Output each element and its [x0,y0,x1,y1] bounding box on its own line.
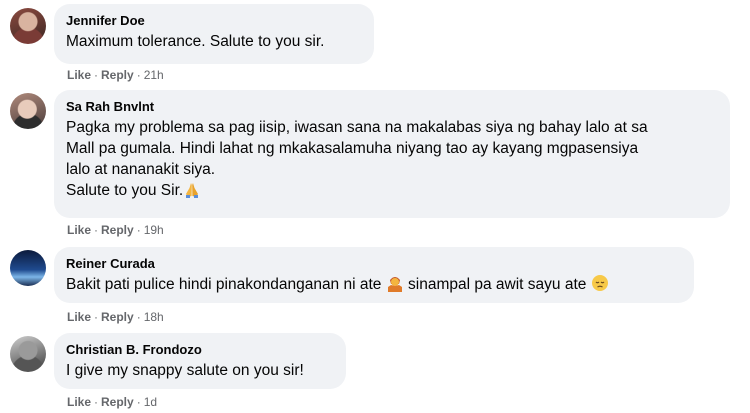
separator: · [136,310,141,324]
comment-author[interactable]: Jennifer Doe [66,12,362,29]
person-shrugging-emoji [387,277,402,292]
folded-hands-emoji [186,183,199,198]
comment-actions: Like · Reply · 19h [67,222,164,238]
comment-actions: Like · Reply · 18h [67,309,164,325]
separator: · [136,223,141,237]
like-button[interactable]: Like [67,68,91,82]
comment-timestamp[interactable]: 18h [144,310,164,324]
comment-text: lalo at nananakit siya. [66,161,216,178]
comment-bubble: Sa Rah Bnvlnt Pagka my problema sa pag i… [54,90,730,218]
comment-bubble: Christian B. Frondozo I give my snappy s… [54,333,346,389]
separator: · [136,395,141,409]
comment-author[interactable]: Sa Rah Bnvlnt [66,98,718,115]
avatar[interactable] [10,93,46,129]
avatar[interactable] [10,8,46,44]
comment-bubble: Jennifer Doe Maximum tolerance. Salute t… [54,4,374,64]
separator: · [94,310,99,324]
reply-button[interactable]: Reply [101,68,134,82]
comment-timestamp[interactable]: 19h [144,223,164,237]
comment-actions: Like · Reply · 1d [67,394,157,410]
like-button[interactable]: Like [67,395,91,409]
avatar[interactable] [10,336,46,372]
separator: · [94,68,99,82]
reply-button[interactable]: Reply [101,223,134,237]
reply-button[interactable]: Reply [101,310,134,324]
comment-timestamp[interactable]: 1d [144,395,157,409]
like-button[interactable]: Like [67,310,91,324]
comment-text: Salute to you Sir. [66,182,184,199]
comment-text: Bakit pati pulice hindi pinakondanganan … [66,276,382,293]
comment-text: Pagka my problema sa pag iisip, iwasan s… [66,119,648,136]
comment-author[interactable]: Reiner Curada [66,255,682,272]
comment-author[interactable]: Christian B. Frondozo [66,341,334,358]
comment-text-last: Salute to you Sir. [66,180,718,201]
avatar[interactable] [10,250,46,286]
reply-button[interactable]: Reply [101,395,134,409]
comment-text: I give my snappy salute on you sir! [66,362,304,379]
separator: · [136,68,141,82]
comment-text: sinampal pa awit sayu ate [408,276,587,293]
comment-actions: Like · Reply · 21h [67,67,164,83]
comment-text: Mall pa gumala. Hindi lahat ng mkakasala… [66,140,639,157]
like-button[interactable]: Like [67,223,91,237]
separator: · [94,223,99,237]
comment-bubble: Reiner Curada Bakit pati pulice hindi pi… [54,247,694,303]
comment-timestamp[interactable]: 21h [144,68,164,82]
pensive-face-emoji [591,275,608,291]
comment-text-row: Bakit pati pulice hindi pinakondanganan … [66,274,682,295]
separator: · [94,395,99,409]
comment-text: Maximum tolerance. Salute to you sir. [66,33,325,50]
